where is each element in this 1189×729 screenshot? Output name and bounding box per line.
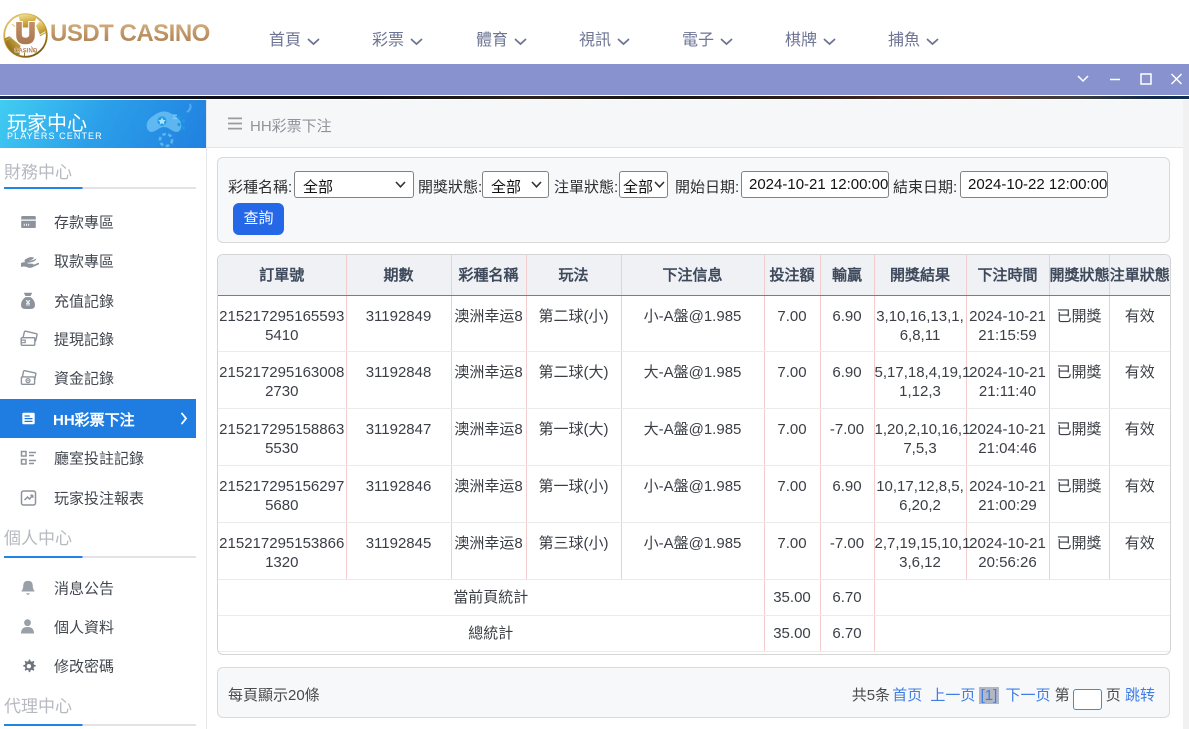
svg-text:CASINO: CASINO: [14, 49, 38, 55]
